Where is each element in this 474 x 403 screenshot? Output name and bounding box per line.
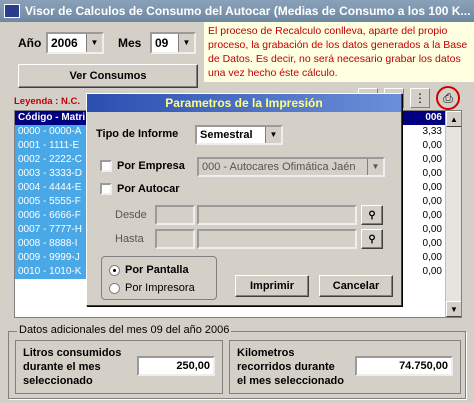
year-label: Año [18,36,42,50]
por-pantalla-radio[interactable] [109,265,120,276]
litros-value: 250,00 [137,356,215,376]
row-code: 0002 - 2222-C [15,153,95,167]
desde-name-field[interactable] [197,205,357,225]
row-code: 0008 - 8888-I [15,237,95,251]
imprimir-button[interactable]: Imprimir [235,275,309,297]
row-value: 0,00 [422,154,442,165]
litros-label: Litros consumidos durante el mes selecci… [23,347,122,387]
empresa-value: 000 - Autocares Ofimática Jaén [202,161,356,173]
chevron-down-icon[interactable]: ▼ [367,159,383,175]
dialog-title: Parametros de la Impresión [87,94,401,112]
row-value: 0,00 [422,266,442,277]
row-value: 0,00 [422,182,442,193]
por-pantalla-label: Por Pantalla [125,264,189,276]
row-code: 0003 - 3333-D [15,167,95,181]
window-title: Visor de Calculos de Consumo del Autocar… [25,4,471,18]
additional-data-frame: Datos adicionales del mes 09 del año 200… [8,324,466,399]
tipo-informe-select[interactable]: Semestral ▼ [195,125,283,145]
month-label: Mes [118,36,142,50]
km-value: 74.750,00 [355,356,453,376]
tipo-informe-label: Tipo de Informe [96,128,179,140]
desde-label: Desde [115,209,147,221]
traffic-light-icon[interactable]: ⋮ [410,88,430,108]
chevron-down-icon[interactable]: ▼ [178,34,194,52]
por-autocar-label: Por Autocar [117,183,180,195]
row-code: 0005 - 5555-F [15,195,95,209]
print-parameters-dialog: Parametros de la Impresión Tipo de Infor… [86,93,402,306]
km-label: Kilometros recorridos durante el mes sel… [237,347,344,387]
por-impresora-label: Por Impresora [125,282,195,294]
row-value: 3,33 [422,126,442,137]
warning-note: El proceso de Recalculo conlleva, aparte… [204,22,474,82]
row-code: 0000 - 0000-A [15,125,95,139]
por-impresora-radio[interactable] [109,283,120,294]
additional-caption: Datos adicionales del mes 09 del año 200… [17,324,232,336]
row-code: 0001 - 1111-E [15,139,95,153]
ver-consumos-button[interactable]: Ver Consumos [18,64,198,88]
row-value: 0,00 [422,210,442,221]
month-select[interactable]: 09 ▼ [150,32,196,54]
empresa-select[interactable]: 000 - Autocares Ofimática Jaén ▼ [197,157,385,177]
hasta-label: Hasta [115,233,144,245]
row-value: 0,00 [422,140,442,151]
row-code: 0010 - 1010-K [15,265,95,279]
hasta-binoculars-icon[interactable]: ⚲ [361,229,383,249]
app-icon [4,4,20,18]
tipo-informe-value: Semestral [200,129,253,141]
grid-header-code: Código - Matri [18,112,86,123]
year-value: 2006 [51,36,78,50]
desde-binoculars-icon[interactable]: ⚲ [361,205,383,225]
por-empresa-checkbox[interactable] [100,160,112,172]
row-value: 0,00 [422,238,442,249]
por-empresa-label: Por Empresa [117,160,185,172]
por-autocar-checkbox[interactable] [100,183,112,195]
window-titlebar: Visor de Calculos de Consumo del Autocar… [0,0,474,22]
legend-text: Leyenda : N.C. [14,96,80,107]
row-code: 0006 - 6666-F [15,209,95,223]
row-value: 0,00 [422,168,442,179]
row-value: 0,00 [422,196,442,207]
row-code: 0009 - 9999-J [15,251,95,265]
grid-header-last: 006 [425,111,442,125]
scroll-up-icon[interactable]: ▲ [446,111,461,127]
row-value: 0,00 [422,224,442,235]
chevron-down-icon[interactable]: ▼ [86,34,102,52]
grid-scrollbar[interactable]: ▲ ▼ [445,111,461,317]
row-value: 0,00 [422,252,442,263]
hasta-name-field[interactable] [197,229,357,249]
hasta-code-field[interactable] [155,229,195,249]
scroll-down-icon[interactable]: ▼ [446,301,461,317]
row-code: 0004 - 4444-E [15,181,95,195]
row-code: 0007 - 7777-H [15,223,95,237]
printer-icon[interactable]: ⎙ [436,86,460,110]
cancelar-button[interactable]: Cancelar [319,275,393,297]
year-select[interactable]: 2006 ▼ [46,32,104,54]
desde-code-field[interactable] [155,205,195,225]
chevron-down-icon[interactable]: ▼ [265,127,281,143]
month-value: 09 [155,36,169,50]
